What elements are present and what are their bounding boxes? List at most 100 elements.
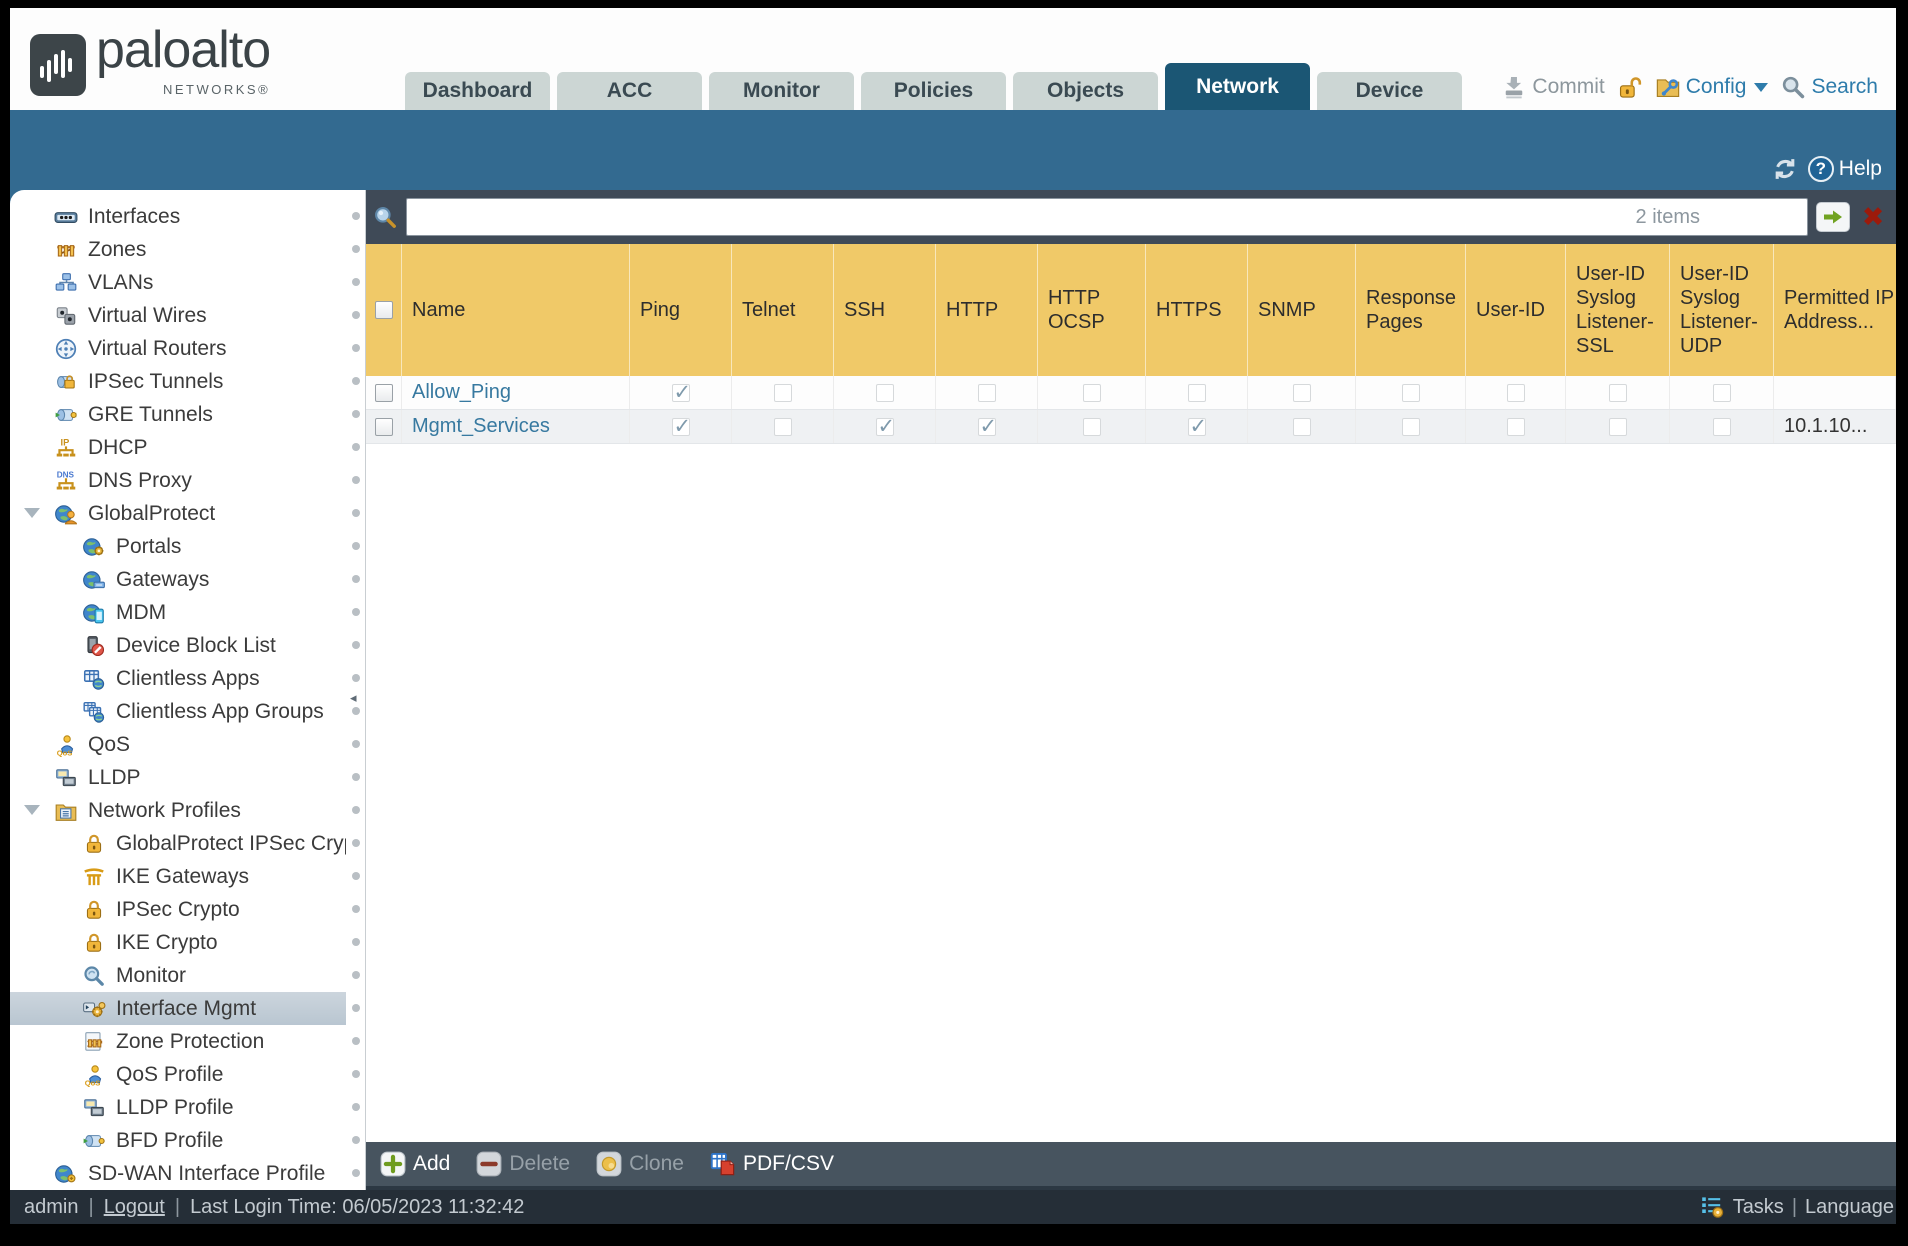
service-checkbox-user_id[interactable] [1506, 383, 1525, 402]
service-checkbox-http_ocsp[interactable] [1082, 417, 1101, 436]
help-button[interactable]: ? Help [1807, 156, 1882, 182]
network-profiles-icon [54, 799, 80, 823]
service-checkbox-http[interactable] [977, 414, 997, 439]
collapse-sidebar-arrow-icon[interactable]: ◂ [350, 690, 357, 706]
sidebar-item-zone-protection[interactable]: Zone Protection [10, 1025, 346, 1058]
tab-acc[interactable]: ACC [557, 72, 702, 110]
sidebar-item-zones[interactable]: Zones [10, 233, 346, 266]
service-checkbox-http[interactable] [977, 383, 996, 402]
profile-name-link[interactable]: Mgmt_Services [412, 415, 550, 438]
language-button[interactable]: Language [1805, 1196, 1894, 1219]
sidebar-item-ike-gateways[interactable]: IKE Gateways [10, 860, 346, 893]
service-checkbox-uid_syslog_ssl[interactable] [1608, 383, 1627, 402]
column-header-http[interactable]: HTTP [936, 244, 1038, 376]
refresh-icon[interactable] [1772, 156, 1798, 182]
service-checkbox-response_pages[interactable] [1401, 383, 1420, 402]
service-checkbox-https[interactable] [1187, 383, 1206, 402]
sidebar-item-monitor[interactable]: Monitor [10, 959, 346, 992]
expand-triangle-icon[interactable] [24, 508, 40, 518]
sidebar-item-lldp[interactable]: LLDP [10, 761, 346, 794]
sidebar-item-network-profiles[interactable]: Network Profiles [10, 794, 346, 827]
tasks-button[interactable]: Tasks [1733, 1196, 1784, 1219]
action-bar: Add Delete Clone PDF/CSV [366, 1142, 1896, 1190]
column-header-name[interactable]: Name [402, 244, 630, 376]
column-header-user-id-syslog-listener-ssl[interactable]: User-ID Syslog Listener-SSL [1566, 244, 1670, 376]
sidebar-item-interfaces[interactable]: Interfaces [10, 200, 346, 233]
sidebar-item-globalprotect[interactable]: GlobalProtect [10, 497, 346, 530]
service-checkbox-snmp[interactable] [1292, 383, 1311, 402]
service-checkbox-user_id[interactable] [1506, 417, 1525, 436]
column-header-response-pages[interactable]: Response Pages [1356, 244, 1466, 376]
sidebar-item-virtual-routers[interactable]: Virtual Routers [10, 332, 346, 365]
service-checkbox-response_pages[interactable] [1401, 417, 1420, 436]
service-checkbox-https[interactable] [1187, 414, 1207, 439]
sidebar-item-qos[interactable]: QoS QoS [10, 728, 346, 761]
pdf-csv-button[interactable]: PDF/CSV [710, 1151, 834, 1177]
sidebar-item-gateways[interactable]: Gateways [10, 563, 346, 596]
column-header-permitted-ip-address[interactable]: Permitted IP Address... [1774, 244, 1896, 376]
service-checkbox-ssh[interactable] [875, 414, 895, 439]
logout-link[interactable]: Logout [104, 1196, 165, 1219]
commit-button[interactable]: Commit [1501, 74, 1605, 100]
service-checkbox-uid_syslog_udp[interactable] [1712, 417, 1731, 436]
sidebar-item-ipsec-crypto[interactable]: IPSec Crypto [10, 893, 346, 926]
sidebar-item-clientless-app-groups[interactable]: Clientless App Groups [10, 695, 346, 728]
column-header-https[interactable]: HTTPS [1146, 244, 1248, 376]
delete-button[interactable]: Delete [476, 1151, 570, 1177]
service-checkbox-telnet[interactable] [773, 383, 792, 402]
sidebar-item-lldp-profile[interactable]: LLDP Profile [10, 1091, 346, 1124]
tab-device[interactable]: Device [1317, 72, 1462, 110]
sidebar-item-device-block-list[interactable]: Device Block List [10, 629, 346, 662]
sidebar-item-ike-crypto[interactable]: IKE Crypto [10, 926, 346, 959]
sidebar-item-dns-proxy[interactable]: DNS DNS Proxy [10, 464, 346, 497]
sidebar-splitter[interactable]: ◂ [346, 190, 366, 1190]
expand-triangle-icon[interactable] [24, 805, 40, 815]
select-all-checkbox[interactable] [374, 301, 393, 319]
column-header-ssh[interactable]: SSH [834, 244, 936, 376]
sidebar-item-vlans[interactable]: VLANs [10, 266, 346, 299]
clear-filter-button[interactable]: ✖ [1858, 202, 1888, 232]
tab-network[interactable]: Network [1165, 63, 1310, 110]
tab-objects[interactable]: Objects [1013, 72, 1158, 110]
sidebar-item-gre-tunnels[interactable]: GRE Tunnels [10, 398, 346, 431]
service-checkbox-ping[interactable] [671, 414, 691, 439]
service-checkbox-uid_syslog_udp[interactable] [1712, 383, 1731, 402]
tab-dashboard[interactable]: Dashboard [405, 72, 550, 110]
splitter-dot [352, 1103, 360, 1111]
row-select-checkbox[interactable] [374, 383, 393, 402]
sidebar-item-mdm[interactable]: MDM [10, 596, 346, 629]
tab-policies[interactable]: Policies [861, 72, 1006, 110]
config-menu-button[interactable]: Config [1655, 74, 1769, 100]
sidebar-item-globalprotect-ipsec-crypto[interactable]: GlobalProtect IPSec Crypto [10, 827, 346, 860]
sidebar-item-qos-profile[interactable]: QoS QoS Profile [10, 1058, 346, 1091]
sidebar-item-dhcp[interactable]: IP DHCP [10, 431, 346, 464]
column-header-http-ocsp[interactable]: HTTP OCSP [1038, 244, 1146, 376]
column-header-user-id[interactable]: User-ID [1466, 244, 1566, 376]
sidebar-item-portals[interactable]: Portals [10, 530, 346, 563]
apply-filter-button[interactable] [1816, 202, 1850, 232]
profile-name-link[interactable]: Allow_Ping [412, 381, 511, 404]
sidebar-item-ipsec-tunnels[interactable]: IPSec Tunnels [10, 365, 346, 398]
service-checkbox-telnet[interactable] [773, 417, 792, 436]
filter-input[interactable] [406, 198, 1808, 236]
search-button[interactable]: Search [1780, 74, 1878, 100]
service-checkbox-http_ocsp[interactable] [1082, 383, 1101, 402]
clone-button[interactable]: Clone [596, 1151, 684, 1177]
service-checkbox-uid_syslog_ssl[interactable] [1608, 417, 1627, 436]
column-header-ping[interactable]: Ping [630, 244, 732, 376]
service-checkbox-ssh[interactable] [875, 383, 894, 402]
tab-monitor[interactable]: Monitor [709, 72, 854, 110]
sidebar-item-interface-mgmt[interactable]: Interface Mgmt [10, 992, 346, 1025]
sidebar-item-virtual-wires[interactable]: Virtual Wires [10, 299, 346, 332]
sidebar-item-clientless-apps[interactable]: Clientless Apps [10, 662, 346, 695]
service-checkbox-snmp[interactable] [1292, 417, 1311, 436]
column-header-snmp[interactable]: SNMP [1248, 244, 1356, 376]
column-header-telnet[interactable]: Telnet [732, 244, 834, 376]
sidebar-item-sd-wan-interface-profile[interactable]: SD-WAN Interface Profile [10, 1157, 346, 1190]
add-button[interactable]: Add [380, 1151, 450, 1177]
service-checkbox-ping[interactable] [671, 380, 691, 405]
lock-unlocked-icon[interactable] [1617, 74, 1643, 100]
column-header-user-id-syslog-listener-udp[interactable]: User-ID Syslog Listener-UDP [1670, 244, 1774, 376]
sidebar-item-bfd-profile[interactable]: BFD Profile [10, 1124, 346, 1157]
row-select-checkbox[interactable] [374, 417, 393, 436]
